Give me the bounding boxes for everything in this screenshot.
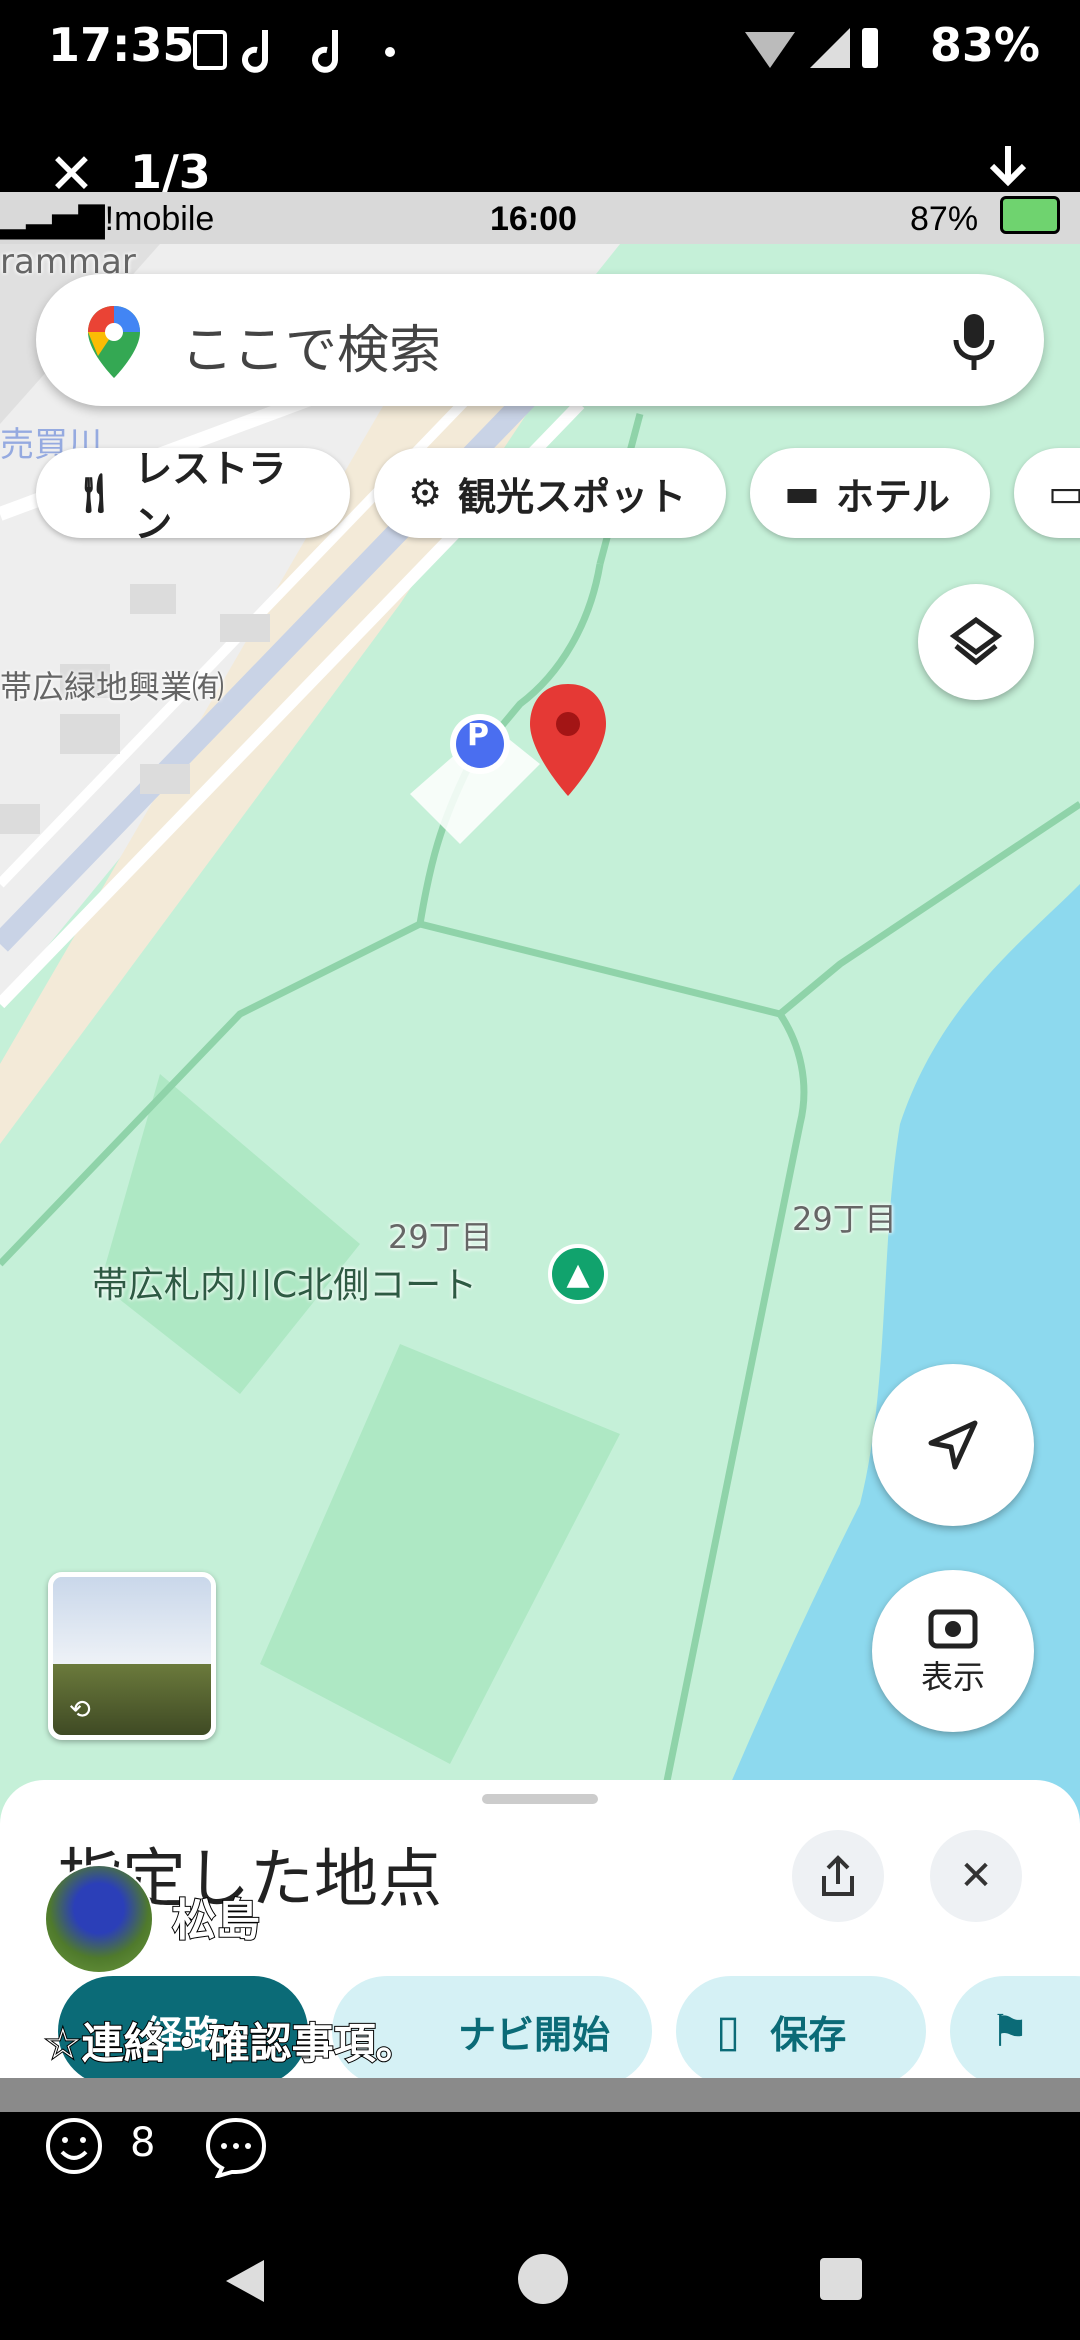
status-time: 17:35 xyxy=(48,18,195,72)
inner-status-bar: ▂▃▅▇ Y!mobile 16:00 87% xyxy=(0,192,1080,244)
chip-more-icon: ▭ xyxy=(1048,471,1080,515)
navigation-arrow-icon xyxy=(928,1420,978,1470)
poster-name[interactable]: 松島 xyxy=(171,1884,261,1948)
status-battery: 83% xyxy=(929,18,1040,72)
microphone-icon[interactable] xyxy=(952,312,996,376)
sheet-drag-handle[interactable] xyxy=(482,1794,598,1804)
recents-icon[interactable] xyxy=(820,2258,862,2300)
park-tree-icon[interactable]: ▲ xyxy=(548,1244,608,1304)
reaction-count: 8 xyxy=(130,2120,156,2166)
save-label: 保存 xyxy=(770,2012,847,2057)
home-icon[interactable] xyxy=(518,2254,568,2304)
lens-view-button[interactable]: 表示 xyxy=(872,1570,1034,1732)
system-nav-bar xyxy=(0,2230,1080,2340)
my-location-button[interactable] xyxy=(872,1364,1034,1526)
bed-icon: ▬ xyxy=(784,471,820,515)
close-sheet-button[interactable]: ✕ xyxy=(930,1830,1022,1922)
dot-icon xyxy=(385,47,395,57)
map-company-label: 帯広緑地興業㈲ xyxy=(0,668,225,706)
location-pin-icon xyxy=(530,684,606,796)
chip-label: レストラン xyxy=(134,447,287,546)
wifi-icon xyxy=(745,32,795,68)
map-block-label-1: 29丁目 xyxy=(388,1218,493,1256)
start-navigation-label: ナビ開始 xyxy=(458,2012,611,2057)
status-notification-icons xyxy=(185,22,405,92)
share-button[interactable] xyxy=(792,1830,884,1922)
emoji-reaction-icon[interactable] xyxy=(44,2116,104,2180)
save-button[interactable]: ▯ 保存 xyxy=(676,1976,926,2086)
map-park-label[interactable]: 帯広札内川C北側コート xyxy=(92,1256,477,1308)
share-icon xyxy=(822,1855,854,1896)
tiktok-icon-2 xyxy=(312,30,338,73)
back-icon[interactable] xyxy=(220,2256,270,2310)
cell-signal-icon xyxy=(810,28,850,68)
street-view-thumbnail[interactable]: ⟲ xyxy=(48,1572,216,1740)
chip-restaurant[interactable]: 🍴︎ レストラン xyxy=(36,447,350,546)
battery-icon xyxy=(862,28,878,68)
ferris-wheel-icon: ⚙ xyxy=(408,471,443,515)
fork-knife-icon: 🍴︎ xyxy=(70,470,119,515)
map-block-label-2: 29丁目 xyxy=(792,1200,897,1238)
outer-status-bar: 17:35 83% xyxy=(0,0,1080,100)
bookmark-icon: ▯ xyxy=(716,2005,741,2057)
chip-sightseeing[interactable]: ⚙ 観光スポット xyxy=(374,448,726,538)
rotate-360-icon: ⟲ xyxy=(69,1695,91,1725)
layers-button[interactable] xyxy=(918,584,1034,700)
close-icon: ✕ xyxy=(959,1853,993,1899)
inner-battery-icon xyxy=(1000,196,1060,234)
tiktok-icon xyxy=(242,30,268,73)
inner-time: 16:00 xyxy=(490,200,577,238)
camera-lens-icon xyxy=(928,1609,978,1649)
avatar[interactable] xyxy=(44,1864,154,1974)
chip-label: ホテル xyxy=(835,474,950,519)
flag-icon: ⚑ xyxy=(990,2005,1030,2057)
signal-icons xyxy=(740,20,880,80)
google-maps-logo-icon xyxy=(84,304,144,384)
inner-carrier: Y!mobile xyxy=(82,200,215,238)
inner-battery: 87% xyxy=(910,200,979,238)
comment-icon[interactable] xyxy=(204,2116,268,2182)
post-caption: ☆連絡・確認事項。 xyxy=(43,2018,419,2069)
parking-letter: P xyxy=(467,718,489,753)
search-bar[interactable]: ここで検索 xyxy=(36,274,1044,406)
viewer-divider xyxy=(0,2078,1080,2112)
flag-button[interactable]: ⚑ xyxy=(950,1976,1080,2086)
search-input[interactable]: ここで検索 xyxy=(181,308,441,383)
chip-label: 観光スポット xyxy=(458,474,687,519)
screenshot-icon xyxy=(193,30,227,70)
lens-label: 表示 xyxy=(920,1658,985,1696)
image-counter: 1/3 xyxy=(130,145,211,199)
chip-hotel[interactable]: ▬ ホテル xyxy=(750,448,990,538)
map-screenshot: ▂▃▅▇ Y!mobile 16:00 87% rammar 帯広緑地興業㈲ 売… xyxy=(0,192,1080,2112)
layers-icon xyxy=(949,616,1003,666)
